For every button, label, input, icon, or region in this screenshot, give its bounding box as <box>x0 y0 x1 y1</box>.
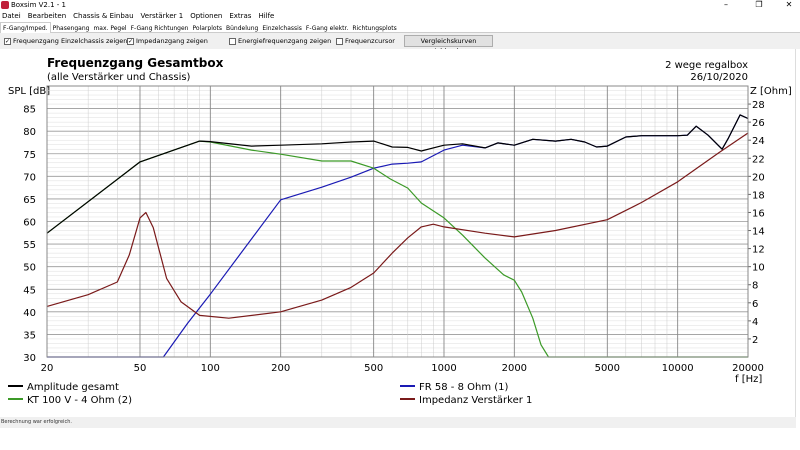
tab-bar: F-Gang/Imped. Phasengang max. Pegel F-Gang … <box>0 22 800 34</box>
legend-label: Amplitude gesamt <box>27 382 119 393</box>
legend-label: KT 100 V - 4 Ohm (2) <box>27 395 132 406</box>
menu-bearbeiten[interactable]: Bearbeiten <box>28 12 66 20</box>
y-tick-label: 75 <box>23 150 36 161</box>
x-tick-label: 20 <box>41 363 54 374</box>
menu-hilfe[interactable]: Hilfe <box>258 12 274 20</box>
checkbox-label: Energiefrequenzgang zeigen <box>238 37 332 45</box>
x-tick-label: 50 <box>134 363 147 374</box>
y2-tick-label: 28 <box>752 100 765 111</box>
menu-extras[interactable]: Extras <box>229 12 251 20</box>
x-tick-label: 10000 <box>662 363 694 374</box>
series-line-kt-100-v-4-ohm-2- <box>46 140 748 358</box>
checkbox-label: Impedanzgang zeigen <box>136 37 208 45</box>
legend-label: Impedanz Verstärker 1 <box>419 395 532 406</box>
checkbox-einzelchassis[interactable]: ✓ Frequenzgang Einzelchassis zeigen <box>4 37 127 45</box>
y2-tick-label: 4 <box>752 317 758 328</box>
checkbox-checked-icon[interactable]: ✓ <box>4 37 11 45</box>
y-tick-label: 50 <box>23 263 36 274</box>
y2-axis-label: Z [Ohm] <box>750 86 792 97</box>
y-tick-label: 55 <box>23 240 36 251</box>
checkbox-unchecked-icon[interactable] <box>336 37 343 45</box>
project-date: 26/10/2020 <box>690 72 748 83</box>
menu-verstaerker[interactable]: Verstärker 1 <box>141 12 184 20</box>
options-bar: ✓ Frequenzgang Einzelchassis zeigen ✓ Impe… <box>0 33 800 55</box>
checkbox-frequenzcursor[interactable]: Frequenzcursor <box>336 37 395 45</box>
y2-tick-label: 24 <box>752 136 765 147</box>
legend-label: FR 58 - 8 Ohm (1) <box>419 382 509 393</box>
compare-curves-button[interactable]: Vergleichskurven einblenden <box>404 35 493 55</box>
y-tick-label: 35 <box>23 330 36 341</box>
y-tick-label: 40 <box>23 308 36 319</box>
chart-title: Frequenzgang Gesamtbox <box>47 56 224 70</box>
window-title: Boxsim V2.1 - 1 <box>11 1 66 9</box>
y2-tick-label: 16 <box>752 208 765 219</box>
title-bar: Boxsim V2.1 - 1 – ❐ ✕ <box>0 0 800 10</box>
checkbox-label: Frequenzcursor <box>345 37 395 45</box>
x-axis-label: f [Hz] <box>735 374 762 385</box>
y2-tick-label: 10 <box>752 263 765 274</box>
menu-optionen[interactable]: Optionen <box>190 12 222 20</box>
y2-tick-label: 14 <box>752 227 765 238</box>
y-tick-label: 30 <box>23 353 36 364</box>
checkbox-impedanzgang[interactable]: ✓ Impedanzgang zeigen <box>127 37 208 45</box>
menu-bar: Datei Bearbeiten Chassis & Einbau Verstärke… <box>0 10 800 22</box>
x-tick-label: 1000 <box>431 363 456 374</box>
series-line-impedanz-verst-rker-1 <box>46 132 749 319</box>
x-tick-label: 100 <box>201 363 220 374</box>
status-bar: Berechnung war erfolgreich. <box>0 417 796 428</box>
y2-tick-label: 22 <box>752 154 765 165</box>
y-tick-label: 70 <box>23 172 36 183</box>
checkbox-checked-icon[interactable]: ✓ <box>127 37 134 45</box>
y-tick-label: 45 <box>23 285 36 296</box>
y-axis-label: SPL [dB] <box>8 86 50 97</box>
y2-tick-label: 26 <box>752 118 765 129</box>
y2-tick-label: 8 <box>752 281 758 292</box>
project-name: 2 wege regalbox <box>665 60 748 71</box>
checkbox-energiefrequenzgang[interactable]: Energiefrequenzgang zeigen <box>229 37 331 45</box>
y2-tick-label: 12 <box>752 245 765 256</box>
x-tick-label: 200 <box>271 363 290 374</box>
maximize-button[interactable]: ❐ <box>749 0 769 10</box>
x-tick-label: 2000 <box>502 363 527 374</box>
x-tick-label: 20000 <box>732 363 764 374</box>
menu-chassis[interactable]: Chassis & Einbau <box>73 12 133 20</box>
checkbox-label: Frequenzgang Einzelchassis zeigen <box>13 37 128 45</box>
menu-datei[interactable]: Datei <box>2 12 21 20</box>
x-tick-label: 5000 <box>595 363 620 374</box>
y2-tick-label: 6 <box>752 299 758 310</box>
chart-subtitle: (alle Verstärker und Chassis) <box>47 72 191 83</box>
x-tick-label: 500 <box>364 363 383 374</box>
y2-tick-label: 20 <box>752 172 765 183</box>
app-logo-icon <box>1 1 9 9</box>
close-button[interactable]: ✕ <box>779 0 799 10</box>
checkbox-unchecked-icon[interactable] <box>229 37 236 45</box>
minimize-button[interactable]: – <box>716 0 736 10</box>
y-tick-label: 65 <box>23 195 36 206</box>
chart-panel: Frequenzgang Gesamtbox (alle Verstärker … <box>0 49 796 417</box>
y2-tick-label: 2 <box>752 335 758 346</box>
y2-tick-label: 18 <box>752 190 765 201</box>
y-tick-label: 85 <box>23 105 36 116</box>
series-line-amplitude-gesamt <box>46 114 749 234</box>
frequency-response-chart: Frequenzgang Gesamtbox (alle Verstärker … <box>8 56 792 406</box>
y-tick-label: 80 <box>23 127 36 138</box>
y-tick-label: 60 <box>23 218 36 229</box>
